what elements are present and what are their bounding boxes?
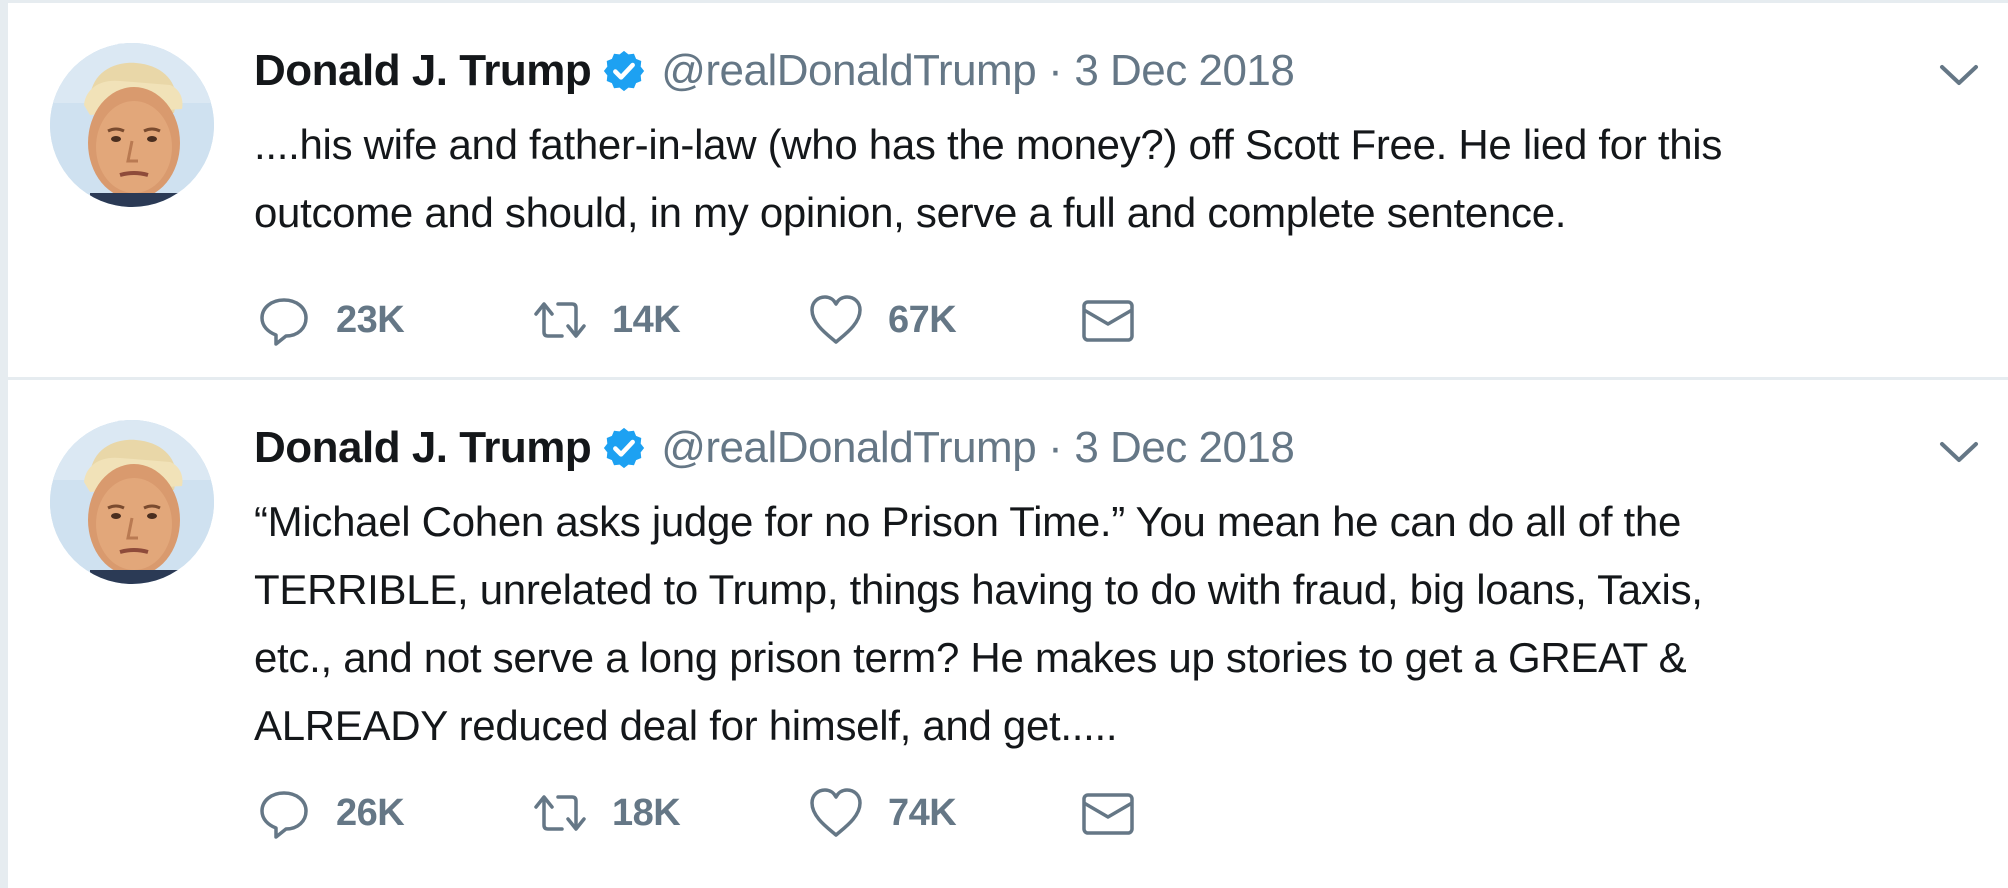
separator-dot: · [1048, 423, 1063, 472]
author-name[interactable]: Donald J. Trump [254, 423, 592, 473]
tweet-text-line: “Michael Cohen asks judge for no Prison … [254, 498, 1682, 545]
verified-badge-icon [601, 425, 647, 471]
avatar[interactable] [50, 43, 214, 207]
tweet-text: ....his wife and father-in-law (who has … [254, 111, 1994, 247]
tweet-text-line: TERRIBLE, unrelated to Trump, things hav… [254, 566, 1703, 613]
profile-photo-icon [50, 43, 214, 207]
retweet-button[interactable]: 18K [530, 780, 806, 846]
direct-message-button[interactable] [1078, 287, 1158, 353]
profile-photo-icon [50, 420, 214, 584]
like-button[interactable]: 74K [806, 780, 1078, 846]
verified-badge-icon [601, 48, 647, 94]
reply-icon [254, 290, 314, 350]
like-count: 67K [888, 298, 957, 341]
retweet-icon [530, 290, 590, 350]
tweet[interactable]: Donald J. Trump @realDonaldTrump · 3 Dec… [8, 380, 2008, 885]
tweet-actions: 23K 14K 67K [254, 287, 1158, 353]
tweet-date[interactable]: 3 Dec 2018 [1074, 46, 1295, 96]
retweet-count: 18K [612, 791, 681, 834]
avatar[interactable] [50, 420, 214, 584]
tweet-header: Donald J. Trump @realDonaldTrump · 3 Dec… [254, 39, 1295, 103]
tweet-text-line: ....his wife and father-in-law (who has … [254, 121, 1723, 168]
heart-icon [806, 290, 866, 350]
tweet-header: Donald J. Trump @realDonaldTrump · 3 Dec… [254, 416, 1295, 480]
heart-icon [806, 783, 866, 843]
reply-button[interactable]: 23K [254, 287, 530, 353]
direct-message-button[interactable] [1078, 780, 1158, 846]
tweet[interactable]: Donald J. Trump @realDonaldTrump · 3 Dec… [8, 3, 2008, 380]
envelope-icon [1078, 290, 1138, 350]
retweet-button[interactable]: 14K [530, 287, 806, 353]
tweet-text-line: outcome and should, in my opinion, serve… [254, 189, 1567, 236]
separator-dot: · [1048, 46, 1063, 95]
tweet-text: “Michael Cohen asks judge for no Prison … [254, 488, 1994, 760]
chevron-down-icon[interactable] [1934, 432, 1984, 472]
tweet-text-line: ALREADY reduced deal for himself, and ge… [254, 702, 1118, 749]
author-name[interactable]: Donald J. Trump [254, 46, 592, 96]
tweet-date[interactable]: 3 Dec 2018 [1074, 423, 1295, 473]
chevron-down-icon[interactable] [1934, 55, 1984, 95]
envelope-icon [1078, 783, 1138, 843]
reply-button[interactable]: 26K [254, 780, 530, 846]
reply-count: 26K [336, 791, 405, 834]
author-handle[interactable]: @realDonaldTrump [661, 46, 1036, 96]
tweet-feed: Donald J. Trump @realDonaldTrump · 3 Dec… [0, 0, 2008, 888]
reply-icon [254, 783, 314, 843]
tweet-text-line: etc., and not serve a long prison term? … [254, 634, 1687, 681]
reply-count: 23K [336, 298, 405, 341]
like-count: 74K [888, 791, 957, 834]
retweet-icon [530, 783, 590, 843]
retweet-count: 14K [612, 298, 681, 341]
author-handle[interactable]: @realDonaldTrump [661, 423, 1036, 473]
like-button[interactable]: 67K [806, 287, 1078, 353]
tweet-actions: 26K 18K 74K [254, 780, 1158, 846]
